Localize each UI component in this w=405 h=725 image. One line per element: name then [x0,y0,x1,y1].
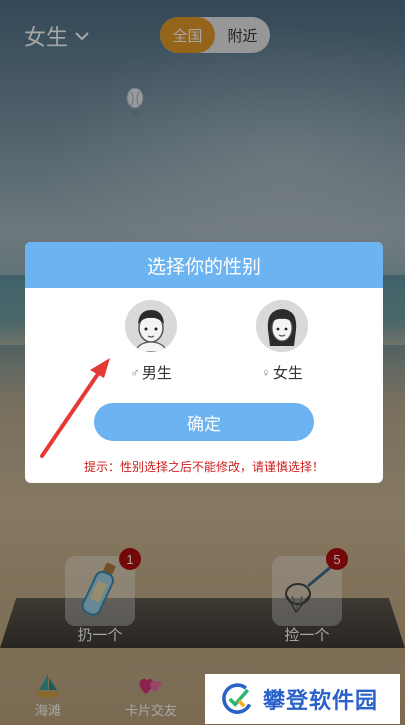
female-symbol-icon: ♀ [261,365,271,380]
confirm-button[interactable]: 确定 [94,403,314,441]
female-avatar [256,300,308,352]
watermark: 攀登软件园 [205,674,400,724]
option-female[interactable]: ♀ 女生 [237,300,327,383]
watermark-text: 攀登软件园 [263,688,379,713]
option-male[interactable]: ♂ 男生 [106,300,196,383]
female-label: 女生 [272,365,303,382]
dialog-hint: 提示：性别选择之后不能修改，请谨慎选择！ [83,460,324,474]
male-symbol-icon: ♂ [130,365,140,380]
male-label: 男生 [141,365,172,382]
female-face-icon [256,300,308,352]
female-label-row: ♀ 女生 [261,362,303,383]
male-avatar [125,300,177,352]
watermark-logo-icon [222,683,252,714]
male-label-row: ♂ 男生 [130,362,172,383]
dialog-title: 选择你的性别 [25,242,383,288]
pointer-arrow-icon [40,358,110,458]
male-face-icon [125,300,177,352]
